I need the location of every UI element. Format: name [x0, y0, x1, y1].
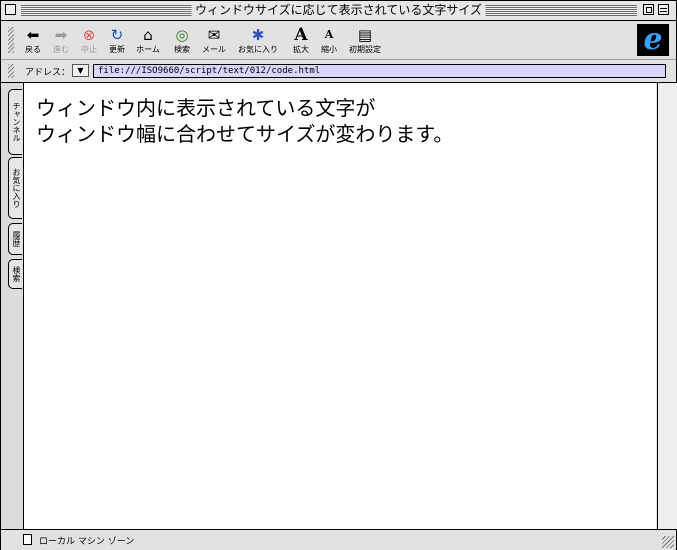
refresh-icon: ↻ [110, 26, 124, 44]
mail-button[interactable]: ✉ メール [199, 25, 229, 57]
mail-label: メール [202, 45, 226, 54]
zone-icon [23, 534, 32, 545]
stop-icon: ⊗ [82, 26, 96, 44]
text-smaller-button[interactable]: A 縮小 [317, 25, 341, 57]
forward-label: 進む [53, 45, 69, 54]
refresh-button[interactable]: ↻ 更新 [105, 25, 129, 57]
search-globe-icon: ◎ [175, 26, 189, 44]
mail-icon: ✉ [207, 26, 221, 44]
favorites-button[interactable]: ✱ お気に入り [235, 25, 281, 57]
zoom-box[interactable] [643, 4, 654, 15]
text-larger-label: 拡大 [293, 45, 309, 54]
text-smaller-label: 縮小 [321, 45, 337, 54]
stop-label: 中止 [81, 45, 97, 54]
collapse-box[interactable] [658, 4, 669, 15]
close-box[interactable] [5, 4, 16, 15]
address-label: アドレス： [25, 68, 71, 78]
forward-button[interactable]: ➡ 進む [49, 25, 73, 57]
search-label: 検索 [174, 45, 190, 54]
vertical-scrollbar[interactable] [657, 83, 677, 529]
preferences-icon: ▤ [357, 26, 373, 44]
toolbar-grip[interactable] [8, 27, 14, 53]
tab-history[interactable]: 履歴 [8, 223, 22, 255]
preferences-button[interactable]: ▤ 初期設定 [345, 25, 385, 57]
preferences-label: 初期設定 [349, 45, 381, 54]
ie-logo[interactable]: e [637, 24, 669, 56]
explorer-bar-tabs: チャンネル お気に入り 履歴 検索 [1, 83, 24, 529]
page-content: ウィンドウ内に表示されている文字が ウィンドウ幅に合わせてサイズが変わります。 [24, 83, 656, 529]
text-larger-icon: A [294, 25, 308, 45]
content-line-2: ウィンドウ幅に合わせてサイズが変わります。 [36, 122, 454, 146]
browser-window: ウィンドウサイズに応じて表示されている文字サイズ ⬅ 戻る ➡ 進む ⊗ 中止 … [0, 0, 677, 550]
back-label: 戻る [25, 45, 41, 54]
resize-grip-icon[interactable] [662, 536, 674, 548]
stop-button[interactable]: ⊗ 中止 [77, 25, 101, 57]
favorites-icon: ✱ [251, 26, 265, 44]
home-icon: ⌂ [143, 26, 153, 44]
title-bar[interactable]: ウィンドウサイズに応じて表示されている文字サイズ [1, 1, 676, 21]
text-larger-button[interactable]: A 拡大 [289, 25, 313, 57]
toolbar: ⬅ 戻る ➡ 進む ⊗ 中止 ↻ 更新 ⌂ ホーム ◎ 検索 ✉ メール ✱ お [1, 21, 676, 60]
window-title: ウィンドウサイズに応じて表示されている文字サイズ [191, 2, 486, 19]
back-arrow-icon: ⬅ [26, 26, 40, 44]
refresh-label: 更新 [109, 45, 125, 54]
home-label: ホーム [136, 45, 160, 54]
forward-arrow-icon: ➡ [54, 26, 68, 44]
content-line-1: ウィンドウ内に表示されている文字が [36, 96, 376, 120]
address-bar-grip[interactable] [8, 64, 14, 78]
tab-search[interactable]: 検索 [8, 259, 22, 289]
tab-channels[interactable]: チャンネル [8, 89, 22, 155]
tab-favorites[interactable]: お気に入り [8, 157, 22, 219]
address-history-dropdown[interactable]: ▼ [72, 64, 89, 77]
chevron-down-icon: ▼ [77, 66, 84, 75]
status-bar: ローカル マシン ゾーン [1, 529, 676, 550]
address-input[interactable]: file:///ISO9660/script/text/012/code.htm… [93, 64, 666, 78]
home-button[interactable]: ⌂ ホーム [133, 25, 163, 57]
search-button[interactable]: ◎ 検索 [169, 25, 195, 57]
back-button[interactable]: ⬅ 戻る [21, 25, 45, 57]
security-zone: ローカル マシン ゾーン [39, 537, 135, 547]
text-smaller-icon: A [324, 28, 334, 41]
favorites-label: お気に入り [238, 45, 278, 54]
address-bar: アドレス： ▼ file:///ISO9660/script/text/012/… [1, 60, 676, 83]
